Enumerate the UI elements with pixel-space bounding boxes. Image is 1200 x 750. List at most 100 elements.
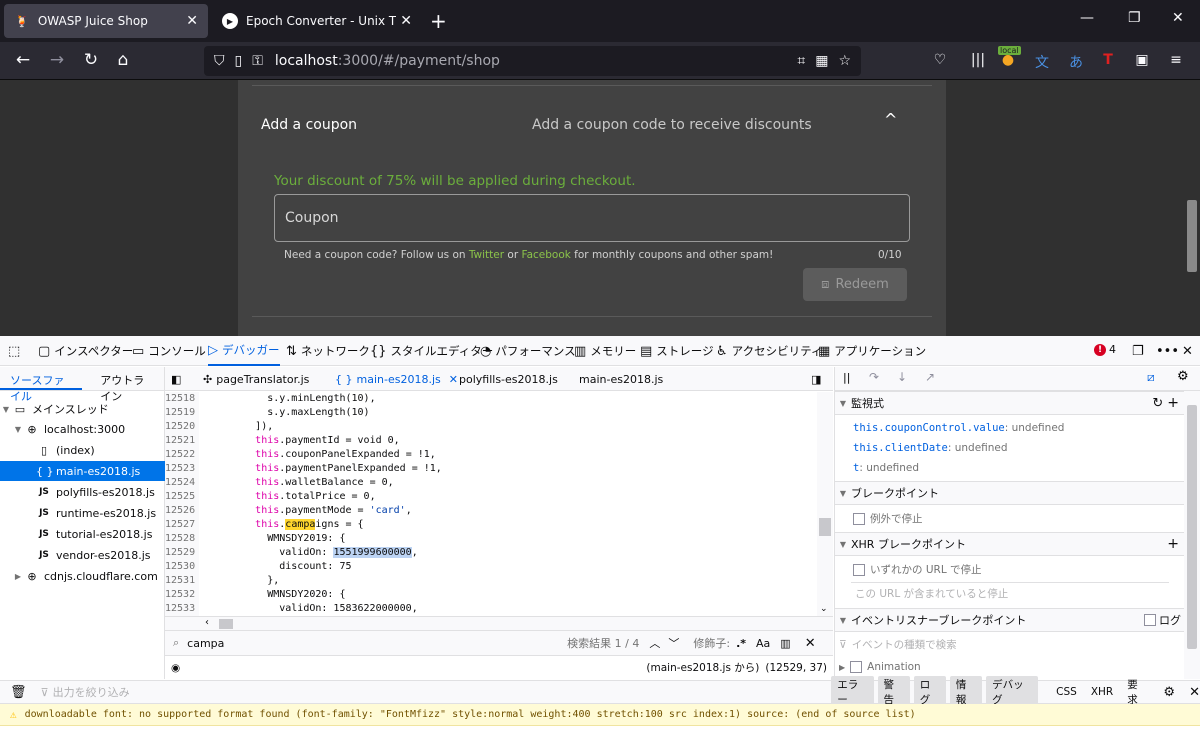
event-animation[interactable]: ▶ Animation [839, 661, 921, 673]
tool-storage[interactable]: ▤ ストレージ [640, 336, 714, 366]
line-number[interactable]: 12520 [165, 420, 199, 434]
close-window-icon[interactable]: ✕ [1172, 10, 1184, 26]
line-number[interactable]: 12531 [165, 574, 199, 588]
xhr-breakpoints-header[interactable]: ▼ XHR ブレークポイント + [835, 532, 1185, 556]
search-next-icon[interactable]: ﹀ [668, 635, 679, 651]
twitter-link[interactable]: Twitter [469, 249, 504, 261]
code-vertical-scrollbar[interactable]: ⌄ [817, 392, 833, 616]
line-number[interactable]: 12525 [165, 490, 199, 504]
japanese-translate-icon[interactable]: あ [1066, 52, 1086, 72]
tool-performance[interactable]: ◔ パフォーマンス [480, 336, 576, 366]
page-scrollbar[interactable] [1184, 80, 1200, 336]
watch-item[interactable]: this.couponControl.value: undefined [853, 422, 1064, 434]
code-line[interactable]: 12524 this.walletBalance = 0, [165, 476, 817, 490]
event-breakpoints-header[interactable]: ▼ イベントリスナーブレークポイント ログ [835, 608, 1185, 632]
add-xhr-icon[interactable]: + [1167, 536, 1179, 552]
line-number[interactable]: 12526 [165, 504, 199, 518]
tool-memory[interactable]: ▥ メモリー [574, 336, 636, 366]
tool-network[interactable]: ⇅ ネットワーク [286, 336, 370, 366]
code-line[interactable]: 12531 }, [165, 574, 817, 588]
pause-on-exceptions[interactable]: 例外で停止 [853, 511, 923, 526]
back-arrow-icon[interactable]: ← [12, 50, 34, 70]
url-bar[interactable]: ⛉ ▯ ⚿ localhost:3000/#/payment/shop ⌗ ▦ … [204, 46, 861, 76]
tree-file-polyfills[interactable]: JS polyfills-es2018.js [0, 482, 165, 502]
code-horizontal-scrollbar[interactable]: ‹ [165, 616, 833, 630]
code-line[interactable]: 12526 this.paymentMode = 'card', [165, 504, 817, 518]
line-number[interactable]: 12524 [165, 476, 199, 490]
code-line[interactable]: 12522 this.couponPanelExpanded = !1, [165, 448, 817, 462]
redeem-button[interactable]: ⧈ Redeem [803, 268, 907, 301]
trash-icon[interactable]: 🗑 [10, 685, 27, 700]
t-extension-icon[interactable]: T [1098, 52, 1118, 68]
filter-xhr[interactable]: XHR [1085, 685, 1119, 699]
menu-hamburger-icon[interactable]: ≡ [1166, 52, 1186, 68]
regex-toggle-icon[interactable]: .* [736, 637, 746, 650]
new-tab-plus-icon[interactable]: + [430, 9, 447, 33]
restore-window-icon[interactable]: ❐ [1128, 10, 1141, 26]
watch-header[interactable]: ▼ 監視式 ↻ + [835, 391, 1185, 415]
error-count-badge[interactable]: ! 4 [1094, 343, 1116, 356]
code-line[interactable]: 12525 this.totalPrice = 0, [165, 490, 817, 504]
tool-debugger[interactable]: ▷ デバッガー [208, 336, 280, 366]
tab-epoch-converter[interactable]: ▶ Epoch Converter - Unix Timesta ✕ [212, 4, 422, 38]
event-filter-input[interactable]: ⊽ イベントの種類で検索 [839, 637, 957, 652]
scrollbar-thumb[interactable] [1187, 405, 1197, 649]
line-number[interactable]: 12523 [165, 462, 199, 476]
translate-extension-icon[interactable]: 文 [1032, 52, 1052, 72]
console-filter-input[interactable]: 出力を絞り込み [53, 684, 832, 700]
pause-icon[interactable]: || [843, 371, 850, 384]
source-origin[interactable]: (main-es2018.js から) [646, 660, 759, 675]
editor-tab-main-active[interactable]: { } main-es2018.js ✕ [335, 367, 458, 391]
tab-source-files[interactable]: ソースファイル [0, 367, 83, 403]
tool-application[interactable]: ▦ アプリケーション [818, 336, 926, 366]
scroll-down-icon[interactable]: ⌄ [820, 604, 828, 614]
scroll-left-icon[interactable]: ‹ [205, 617, 209, 628]
code-line[interactable]: 12528 WMNSDY2019: { [165, 532, 817, 546]
step-out-icon[interactable]: ↗ [925, 370, 935, 384]
search-input[interactable]: campa [187, 637, 567, 650]
editor-tab-pagetranslator[interactable]: ✣ pageTranslator.js [203, 367, 309, 391]
tab-juice-shop[interactable]: 🍹 OWASP Juice Shop ✕ [4, 4, 208, 38]
tool-inspector[interactable]: ▢ インスペクター [38, 336, 133, 366]
step-over-icon[interactable]: ↷ [869, 370, 879, 384]
eye-icon[interactable]: ◉ [171, 662, 180, 674]
shield-icon[interactable]: ⛉ [214, 53, 225, 69]
step-in-icon[interactable]: ↓ [897, 370, 907, 384]
element-picker-icon[interactable]: ⬚ [8, 336, 20, 366]
code-line[interactable]: 12519 s.y.maxLength(10) [165, 406, 817, 420]
tree-file-main[interactable]: { } main-es2018.js [0, 461, 165, 481]
line-number[interactable]: 12532 [165, 588, 199, 602]
pocket-icon[interactable]: ♡ [930, 52, 950, 68]
close-console-icon[interactable]: ✕ [1189, 685, 1200, 700]
tree-file-tutorial[interactable]: JS tutorial-es2018.js [0, 524, 165, 544]
line-number[interactable]: 12518 [165, 392, 199, 406]
scrollbar-thumb[interactable] [819, 518, 831, 536]
deactivate-breakpoints-icon[interactable]: ⧄ [1147, 370, 1155, 385]
key-icon[interactable]: ⚿ [252, 53, 263, 69]
add-watch-icon[interactable]: + [1167, 395, 1179, 411]
editor-tab-main[interactable]: main-es2018.js [579, 367, 663, 391]
line-number[interactable]: 12530 [165, 560, 199, 574]
tool-accessibility[interactable]: ♿ アクセシビリティ [716, 336, 822, 366]
line-number[interactable]: 12519 [165, 406, 199, 420]
search-prev-icon[interactable]: ︿ [649, 635, 660, 651]
tool-console[interactable]: ▭ コンソール [132, 336, 206, 366]
translate-icon[interactable]: ⌗ [797, 53, 805, 69]
tree-file-runtime[interactable]: JS runtime-es2018.js [0, 503, 165, 523]
home-icon[interactable]: ⌂ [112, 50, 134, 70]
close-tab-icon[interactable]: ✕ [400, 13, 412, 29]
code-view[interactable]: 12518 s.y.minLength(10), 12519 s.y.maxLen… [165, 392, 817, 616]
sidebar-scrollbar[interactable] [1184, 391, 1200, 679]
editor-tab-polyfills[interactable]: polyfills-es2018.js [459, 367, 558, 391]
watch-item[interactable]: t: undefined [853, 462, 919, 474]
console-warning-row[interactable]: ⚠ downloadable font: no supported format… [0, 704, 1200, 726]
extensions-icon[interactable]: ▣ [1132, 52, 1152, 68]
console-settings-gear-icon[interactable]: ⚙ [1163, 685, 1175, 700]
case-sensitive-icon[interactable]: Aa [756, 637, 770, 650]
code-line[interactable]: 12529 validOn: 1551999600000, [165, 546, 817, 560]
close-tab-icon[interactable]: ✕ [186, 13, 198, 29]
coupon-input[interactable]: Coupon [274, 194, 910, 242]
code-line[interactable]: 12532 WMNSDY2020: { [165, 588, 817, 602]
line-number[interactable]: 12527 [165, 518, 199, 532]
tree-file-vendor[interactable]: JS vendor-es2018.js [0, 545, 165, 565]
